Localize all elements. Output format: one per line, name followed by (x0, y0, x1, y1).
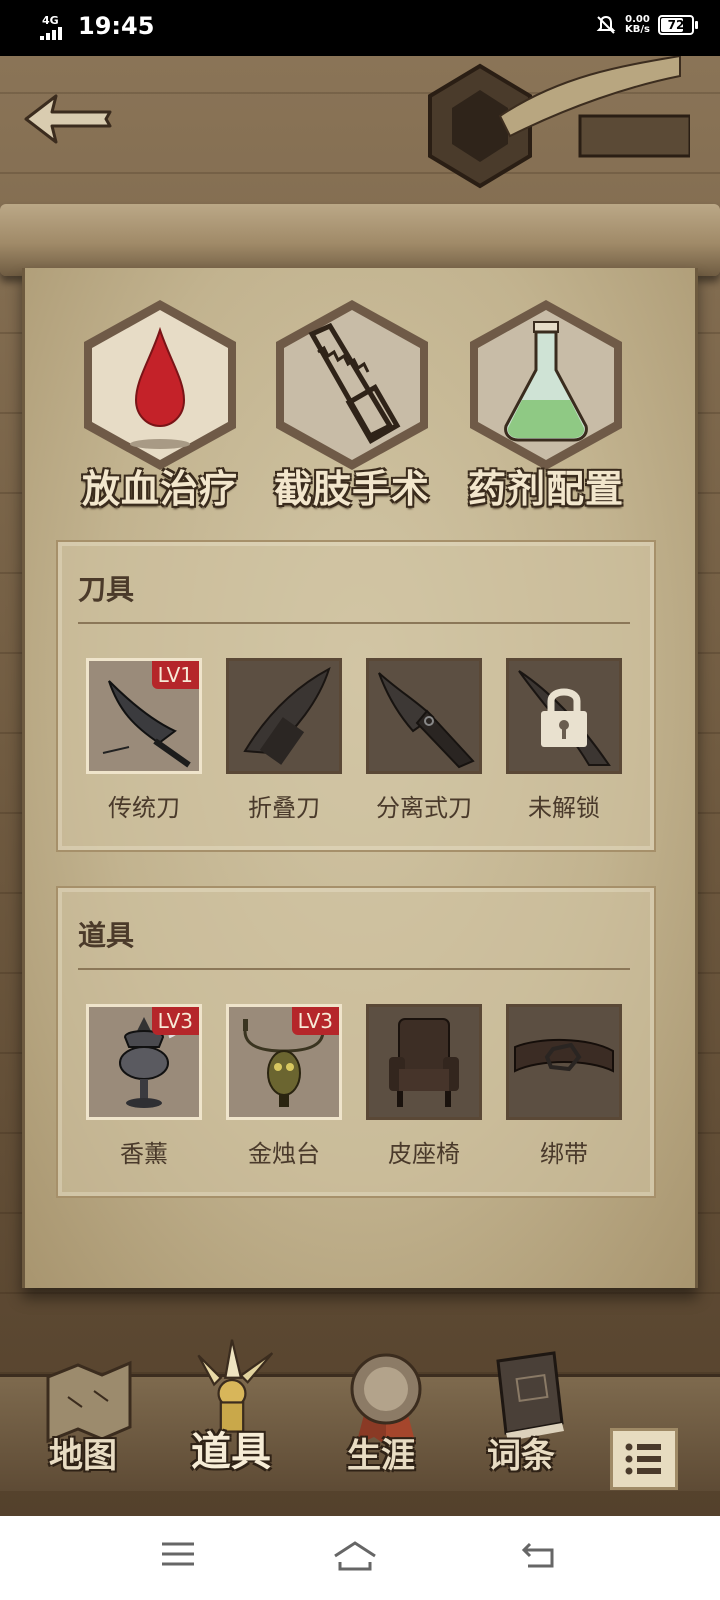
item-tile[interactable] (506, 658, 622, 774)
knife-slot-traditional[interactable]: LV1 传统刀 (86, 658, 202, 823)
knife-slot-separable[interactable]: 分离式刀 (366, 658, 482, 823)
battery-level: 72 (667, 18, 685, 32)
strap-icon (514, 1038, 614, 1073)
item-name: 折叠刀 (248, 794, 320, 822)
signal-bars-icon (40, 26, 74, 40)
level-badge: LV3 (151, 1007, 199, 1035)
blood-drop-icon (84, 300, 236, 470)
category-amputation[interactable]: 截肢手术 (262, 296, 442, 526)
props-section: 道具 LV3 香薰 LV3 金烛台 皮座椅 绑带 (56, 886, 656, 1198)
back-arrow-icon[interactable] (22, 88, 114, 150)
item-name: 传统刀 (108, 794, 180, 822)
inkwell-decoration-icon (428, 56, 690, 189)
category-label: 药剂配置 (467, 467, 624, 511)
status-bar: 4G 19:45 0.00 KB/s 72 (0, 0, 720, 56)
item-name: 未解锁 (528, 794, 600, 822)
list-menu-icon (625, 1443, 661, 1475)
nav-map[interactable]: 地图 (18, 1360, 148, 1491)
item-tile[interactable]: LV3 (226, 1004, 342, 1120)
home-icon[interactable] (332, 1540, 378, 1572)
speed-unit: KB/s (625, 24, 650, 35)
flask-icon (470, 300, 622, 470)
back-icon[interactable] (520, 1540, 556, 1570)
nav-props[interactable]: 道具 (166, 1339, 296, 1491)
section-divider (78, 622, 630, 624)
section-divider (78, 968, 630, 970)
level-badge: LV1 (151, 661, 199, 689)
signal-indicator: 4G (40, 14, 74, 40)
nav-entries[interactable]: 词条 (456, 1351, 586, 1491)
nav-label: 生涯 (347, 1436, 415, 1476)
knives-section: 刀具 LV1 传统刀 折叠刀 分离式刀 未解锁 (56, 540, 656, 852)
item-tile[interactable] (366, 1004, 482, 1120)
lock-icon (518, 670, 611, 766)
prop-slot-leather-chair[interactable]: 皮座椅 (366, 1004, 482, 1169)
item-name: 分离式刀 (376, 794, 472, 822)
item-name: 金烛台 (248, 1140, 320, 1168)
saw-icon (276, 300, 428, 470)
recent-apps-icon[interactable] (160, 1540, 196, 1570)
category-bloodletting[interactable]: 放血治疗 (70, 296, 250, 526)
category-potion[interactable]: 药剂配置 (456, 296, 636, 526)
knife-slot-locked[interactable]: 未解锁 (506, 658, 622, 823)
network-speed: 0.00 KB/s (625, 15, 650, 35)
scroll-roll-top (0, 204, 720, 276)
app-screen: 放血治疗 截肢手术 药剂配置 刀具 LV1 传统刀 折叠刀 分离式刀 未解锁 道… (0, 56, 720, 1516)
status-icons: 0.00 KB/s 72 (595, 14, 698, 36)
item-tile[interactable] (506, 1004, 622, 1120)
item-tile[interactable]: LV1 (86, 658, 202, 774)
section-title: 刀具 (78, 573, 135, 606)
item-name: 皮座椅 (388, 1140, 460, 1168)
folding-knife-icon (243, 666, 331, 765)
nav-label: 词条 (487, 1436, 555, 1476)
leather-chair-icon (389, 1018, 459, 1107)
clock: 19:45 (78, 12, 155, 40)
item-name: 香薰 (120, 1140, 168, 1168)
category-label: 截肢手术 (273, 467, 430, 511)
category-label: 放血治疗 (81, 467, 238, 511)
item-tile[interactable]: LV3 (86, 1004, 202, 1120)
menu-button[interactable] (610, 1428, 678, 1490)
nav-label: 地图 (49, 1436, 117, 1476)
item-name: 绑带 (540, 1140, 588, 1168)
system-nav-bar (0, 1516, 720, 1600)
nav-career[interactable]: 生涯 (316, 1353, 446, 1491)
section-title: 道具 (78, 919, 135, 952)
prop-slot-candelabra[interactable]: LV3 金烛台 (226, 1004, 342, 1169)
mute-bell-icon (596, 15, 616, 34)
level-badge: LV3 (291, 1007, 339, 1035)
prop-slot-strap[interactable]: 绑带 (506, 1004, 622, 1169)
knife-slot-folding[interactable]: 折叠刀 (226, 658, 342, 823)
battery-icon: 72 (658, 15, 698, 35)
nav-label: 道具 (191, 1429, 271, 1475)
split-knife-icon (378, 672, 475, 769)
prop-slot-incense[interactable]: LV3 香薰 (86, 1004, 202, 1169)
item-tile[interactable] (366, 658, 482, 774)
item-tile[interactable] (226, 658, 342, 774)
